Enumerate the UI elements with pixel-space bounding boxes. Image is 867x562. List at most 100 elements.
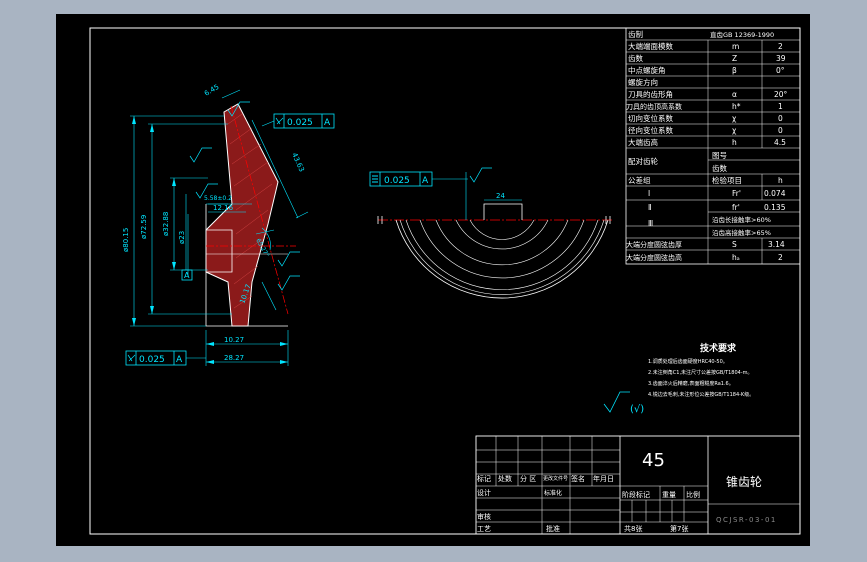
drawing-sheet: ø80.15 ø72.59 ø32.88 ø23 6.45 43.63 12.1… — [56, 14, 810, 546]
dim-1216: 12.16 — [213, 204, 234, 212]
dim-645: 6.45 — [203, 83, 221, 98]
svg-text:0°: 0° — [776, 66, 785, 75]
svg-text:年月日: 年月日 — [593, 474, 614, 483]
svg-text:大端端面模数: 大端端面模数 — [628, 41, 673, 51]
svg-text:大端齿高: 大端齿高 — [628, 137, 658, 147]
mate-label: 配对齿轮 — [628, 156, 658, 166]
tol-datum-bottom: A — [176, 355, 183, 365]
tol-value-top: 0.025 — [287, 118, 313, 128]
svg-text:比例: 比例 — [686, 490, 700, 499]
drawing-number: QCJSR-03-01 — [716, 516, 777, 524]
dim-d23: ø23 — [178, 231, 186, 244]
svg-text:Ⅰ: Ⅰ — [648, 189, 650, 198]
datum-marker: A — [181, 269, 193, 281]
svg-text:沿齿长接触率>60%: 沿齿长接触率>60% — [712, 215, 771, 224]
svg-text:大端分度圆弦齿高: 大端分度圆弦齿高 — [626, 253, 682, 262]
svg-text:h: h — [778, 176, 783, 185]
svg-text:重量: 重量 — [662, 491, 676, 499]
svg-text:39: 39 — [776, 54, 786, 63]
dim-558: 5.58±0.2 — [204, 195, 232, 202]
svg-text:径向变位系数: 径向变位系数 — [628, 125, 673, 135]
svg-text:4.5: 4.5 — [774, 138, 786, 147]
param-name: 齿制 — [628, 29, 643, 39]
svg-text:沿齿高接触率>65%: 沿齿高接触率>65% — [712, 228, 771, 237]
dim-d80: ø80.15 — [122, 228, 130, 252]
title-block-text: 45 锥齿轮 QCJSR-03-01 标记 处数 分 区 更改文件号 签名 年月… — [477, 450, 777, 533]
svg-text:分 区: 分 区 — [520, 474, 536, 483]
svg-text:工艺: 工艺 — [477, 525, 491, 533]
svg-text:2: 2 — [778, 253, 783, 262]
material: 45 — [642, 450, 665, 471]
svg-text:Fr': Fr' — [732, 189, 741, 198]
notes-title: 技术要求 — [700, 344, 737, 354]
svg-text:公差组: 公差组 — [628, 175, 651, 185]
roughness-note: (√) — [630, 404, 644, 415]
svg-text:fr': fr' — [732, 203, 740, 212]
svg-text:标记: 标记 — [477, 474, 491, 483]
svg-text:0: 0 — [778, 114, 783, 123]
svg-text:Ⅲ: Ⅲ — [648, 219, 653, 228]
section-view — [205, 103, 296, 327]
dim-2827: 28.27 — [224, 354, 244, 362]
tol-datum-top: A — [324, 118, 331, 128]
svg-text:中点螺旋角: 中点螺旋角 — [628, 65, 666, 75]
cad-drawing: ø80.15 ø72.59 ø32.88 ø23 6.45 43.63 12.1… — [89, 27, 801, 535]
svg-text:图号: 图号 — [712, 151, 727, 160]
svg-text:h: h — [732, 138, 737, 147]
svg-text:刀具的齿顶高系数: 刀具的齿顶高系数 — [626, 102, 682, 111]
svg-text:检验项目: 检验项目 — [712, 175, 742, 185]
svg-text:0.074: 0.074 — [764, 189, 786, 198]
note-line-1: 1.调质处理后齿面硬度HRC40-50。 — [648, 359, 728, 365]
dim-d32: ø32.88 — [162, 212, 170, 236]
svg-text:刀具的齿形角: 刀具的齿形角 — [628, 89, 673, 99]
svg-text:S: S — [732, 240, 737, 249]
dim-1027: 10.27 — [224, 336, 244, 344]
tol-value-front: 0.025 — [384, 176, 410, 186]
svg-text:h*: h* — [732, 102, 741, 111]
svg-text:hₐ: hₐ — [732, 253, 740, 262]
svg-text:审核: 审核 — [477, 512, 491, 521]
dim-4363: 43.63 — [290, 152, 305, 174]
svg-text:阶段标记: 阶段标记 — [622, 490, 650, 499]
svg-text:标准化: 标准化 — [544, 489, 562, 497]
tol-datum-front: A — [422, 176, 429, 186]
svg-text:处数: 处数 — [498, 474, 512, 483]
svg-text:第7张: 第7张 — [670, 524, 688, 533]
svg-text:共8张: 共8张 — [624, 524, 642, 533]
svg-text:χ: χ — [732, 126, 737, 135]
svg-text:切向变位系数: 切向变位系数 — [628, 113, 673, 123]
svg-text:大端分度圆弦齿厚: 大端分度圆弦齿厚 — [626, 240, 682, 249]
svg-text:β: β — [732, 66, 737, 75]
general-roughness: (√) — [603, 391, 644, 415]
svg-text:1: 1 — [778, 102, 783, 111]
note-line-3: 3.齿面淬火后精磨,表面粗糙度Ra1.6。 — [648, 381, 734, 387]
hub-section — [205, 229, 233, 273]
tolerance-frame-top: 0.025 A — [261, 113, 335, 129]
svg-text:0.135: 0.135 — [764, 203, 786, 212]
svg-text:签名: 签名 — [571, 474, 585, 483]
svg-text:0: 0 — [778, 126, 783, 135]
svg-text:螺旋方向: 螺旋方向 — [628, 77, 658, 87]
svg-text:α: α — [732, 90, 737, 99]
svg-text:3.14: 3.14 — [768, 240, 785, 249]
note-line-2: 2.未注倒角C1,未注尺寸公差按GB/T1804-m。 — [648, 370, 753, 376]
svg-text:A: A — [184, 271, 190, 280]
parameter-table: 齿制 直齿GB 12369-1990 大端端面模数 m 2 齿数 Z 39 中点… — [625, 27, 801, 265]
svg-text:齿数: 齿数 — [628, 53, 643, 63]
param-sym: 直齿GB 12369-1990 — [710, 30, 774, 39]
part-name: 锥齿轮 — [726, 475, 762, 489]
tolerance-frame-front: 0.025 A — [369, 171, 468, 187]
tol-value-bottom: 0.025 — [139, 355, 165, 365]
drawing-border — [89, 27, 801, 535]
svg-text:2: 2 — [778, 42, 783, 51]
svg-text:χ: χ — [732, 114, 737, 123]
svg-text:20°: 20° — [774, 90, 788, 99]
svg-text:齿数: 齿数 — [712, 163, 727, 173]
svg-text:批准: 批准 — [546, 524, 560, 533]
svg-text:Z: Z — [732, 54, 737, 63]
technical-requirements: 技术要求 1.调质处理后齿面硬度HRC40-50。 2.未注倒角C1,未注尺寸公… — [648, 344, 848, 401]
svg-text:更改文件号: 更改文件号 — [543, 475, 568, 482]
tolerance-frame-bottom: 0.025 A — [125, 350, 206, 366]
svg-text:Ⅱ: Ⅱ — [648, 203, 652, 212]
front-view: 24 — [377, 167, 612, 299]
